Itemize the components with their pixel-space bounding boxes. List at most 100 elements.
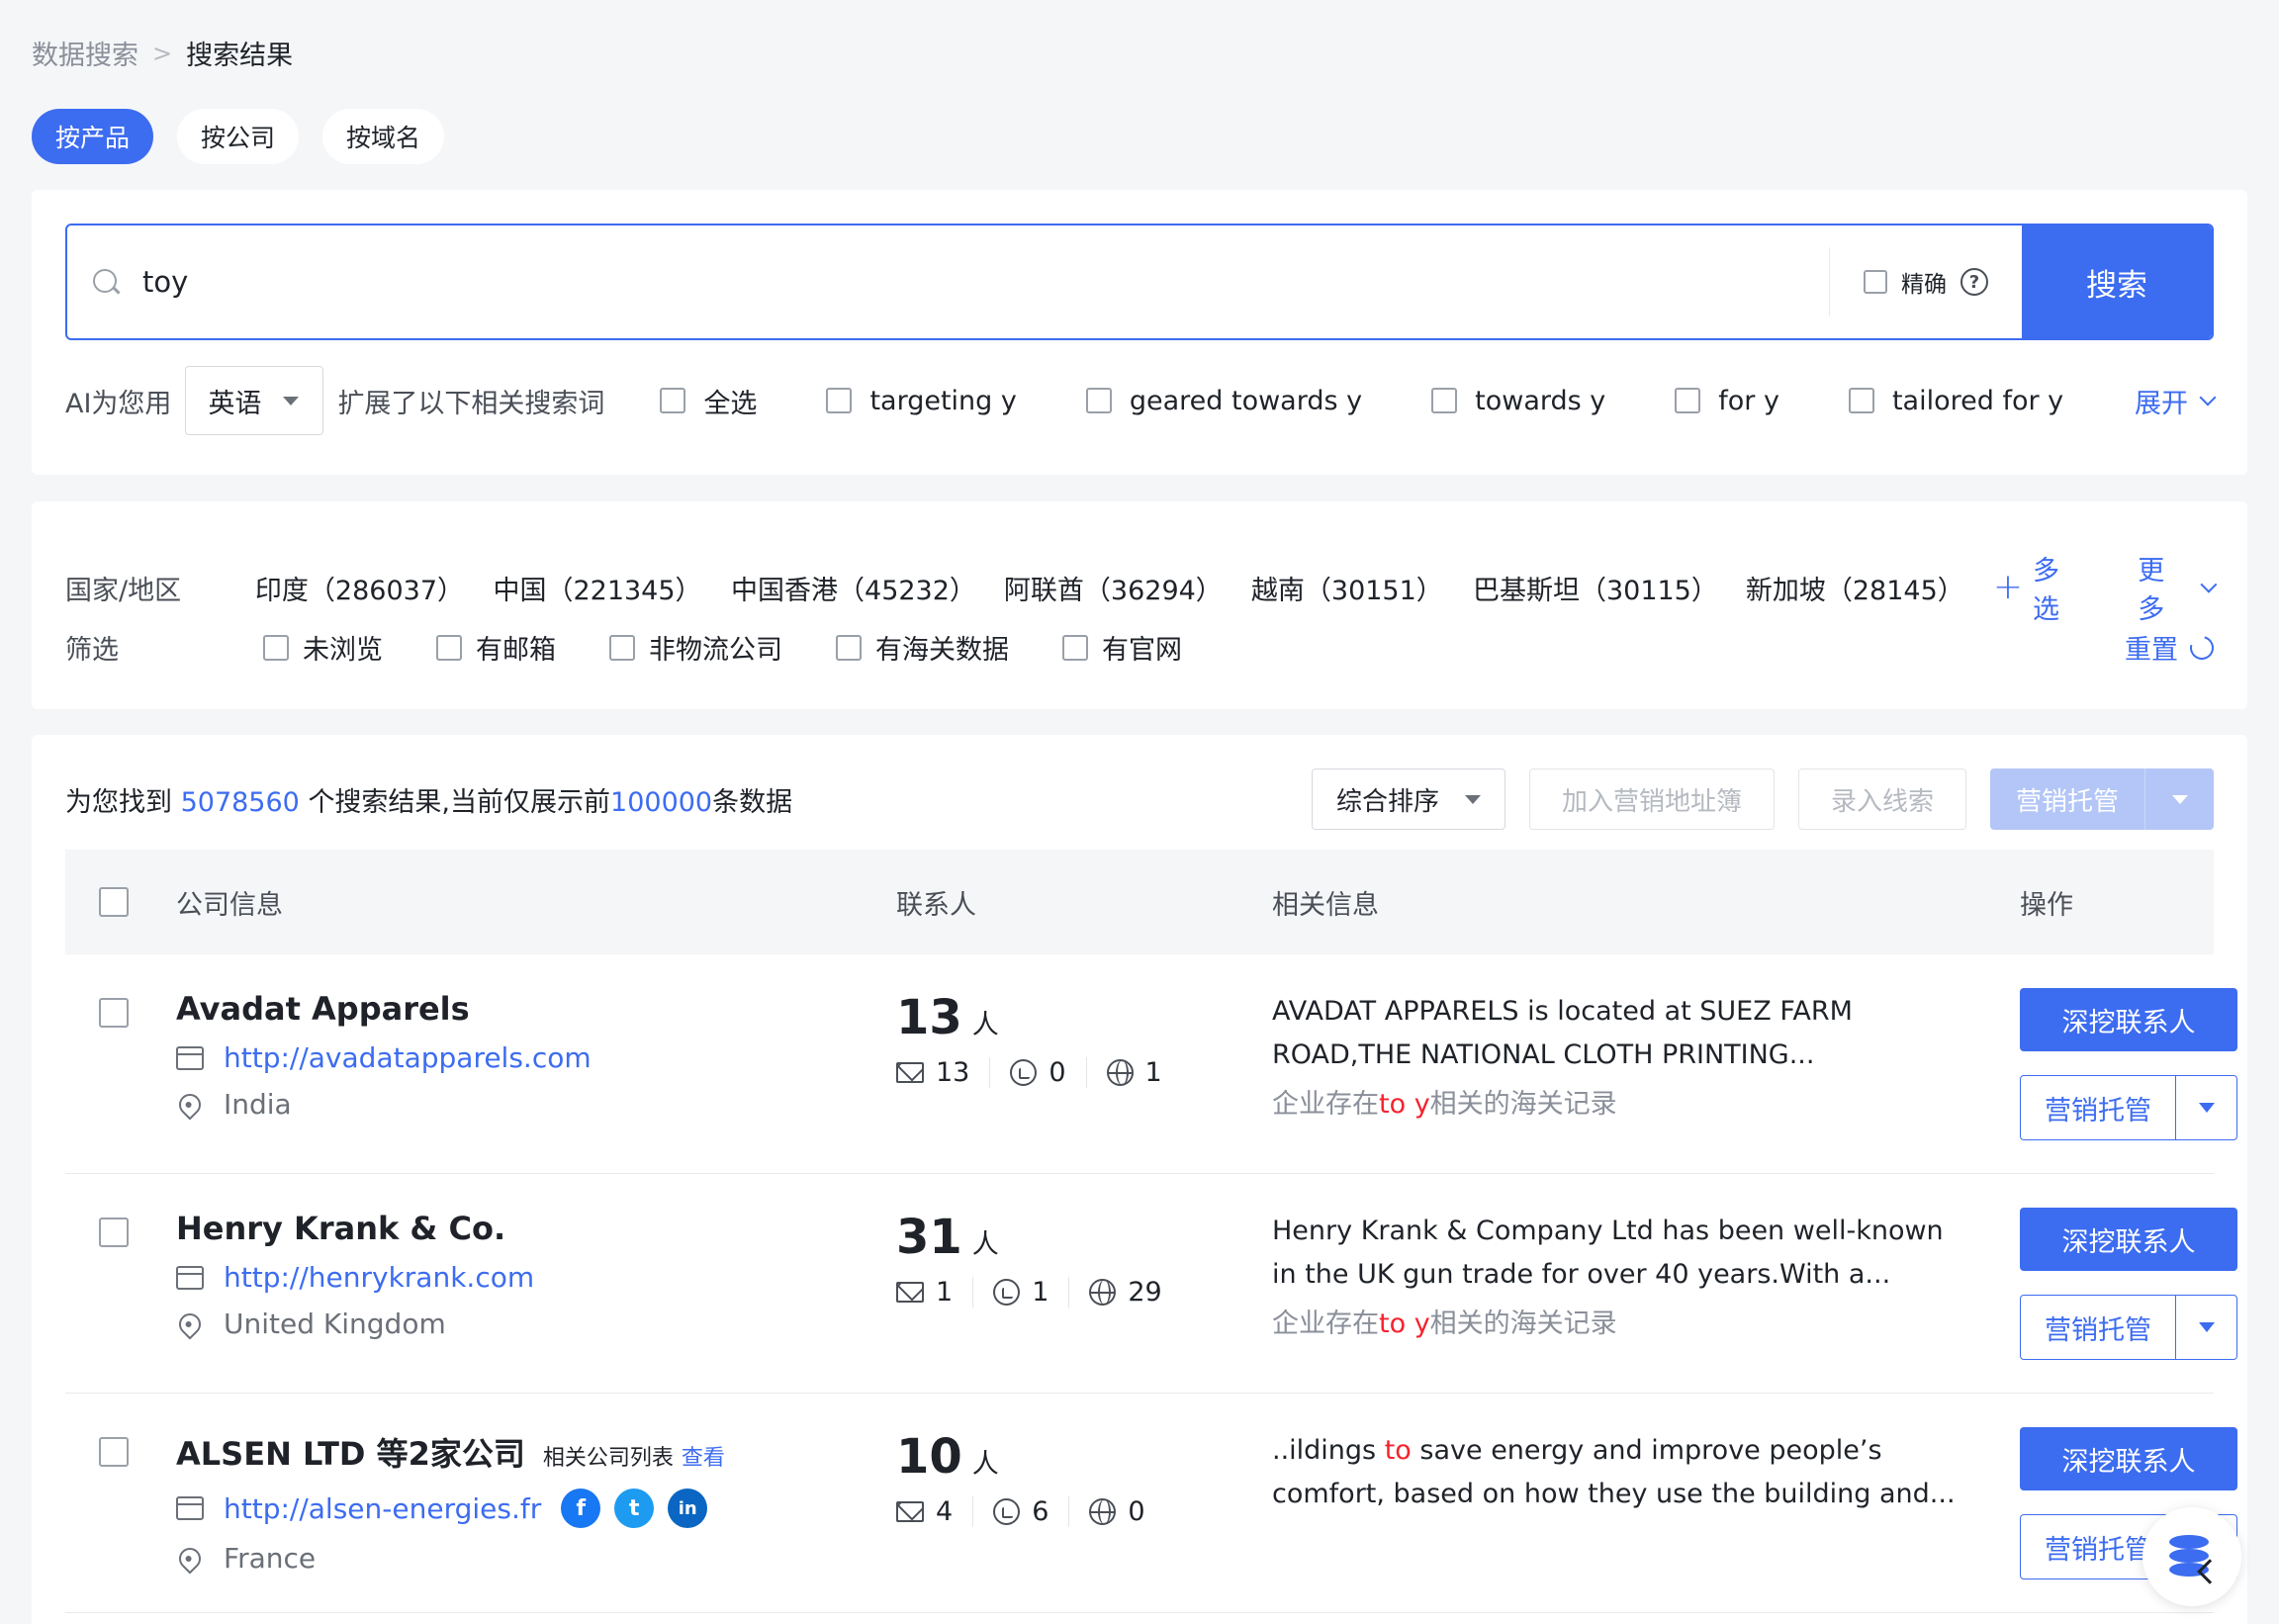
region-item[interactable]: 新加坡（28145）: [1746, 569, 1964, 607]
term-option[interactable]: geared towards y: [1085, 386, 1362, 416]
term-option[interactable]: tailored for y: [1848, 386, 2063, 416]
website-icon: [176, 1045, 204, 1070]
region-item[interactable]: 阿联酋（36294）: [1004, 569, 1223, 607]
results-card: 为您找到 5078560 个搜索结果,当前仅展示前100000条数据 综合排序 …: [32, 735, 2247, 1624]
term-checkbox[interactable]: [826, 388, 853, 413]
bulk-managed-button[interactable]: 营销托管: [1990, 768, 2214, 830]
filter-option[interactable]: 有邮箱: [436, 628, 556, 667]
filter-option-label: 有邮箱: [476, 635, 556, 666]
web-count: 29: [1128, 1277, 1162, 1308]
breadcrumb-current: 搜索结果: [186, 41, 294, 71]
bulk-managed-label[interactable]: 营销托管: [1990, 768, 2144, 830]
search-input[interactable]: [142, 265, 1725, 299]
company-location: United Kingdom: [224, 1308, 446, 1340]
company-url[interactable]: http://avadatapparels.com: [224, 1041, 592, 1074]
view-related-link[interactable]: 查看: [682, 1440, 725, 1472]
related-info: ..ildings to save energy and improve peo…: [1272, 1429, 1964, 1516]
expand-label: 展开: [2135, 388, 2188, 419]
bulk-managed-dropdown[interactable]: [2144, 768, 2214, 830]
search-button[interactable]: 搜索: [2022, 226, 2212, 338]
filter-option[interactable]: 非物流公司: [609, 628, 782, 667]
company-location: India: [224, 1088, 292, 1121]
row-checkbox[interactable]: [99, 998, 129, 1028]
customs-suffix: 相关的海关记录: [1429, 1089, 1617, 1120]
company-name[interactable]: Avadat Apparels: [176, 990, 470, 1028]
managed-dropdown[interactable]: [2175, 1076, 2236, 1139]
region-item[interactable]: 中国（221345）: [493, 569, 701, 607]
floating-data-widget[interactable]: [2142, 1507, 2241, 1606]
dig-contacts-button[interactable]: 深挖联系人: [2020, 988, 2237, 1051]
select-all-checkbox[interactable]: [660, 388, 686, 413]
company-url[interactable]: http://alsen-energies.fr: [224, 1492, 541, 1525]
row-checkbox[interactable]: [99, 1218, 129, 1247]
term-checkbox[interactable]: [1085, 388, 1112, 413]
filter-checkbox[interactable]: [263, 634, 289, 661]
tab-by-company[interactable]: 按公司: [177, 109, 300, 164]
company-info: Avadat Apparels http://avadatapparels.co…: [174, 990, 592, 1121]
add-to-address-book-button[interactable]: 加入营销地址簿: [1528, 768, 1775, 830]
facebook-icon[interactable]: f: [561, 1489, 601, 1528]
term-option[interactable]: towards y: [1431, 386, 1605, 416]
linkedin-icon[interactable]: in: [668, 1489, 708, 1528]
chevron-down-icon: [2199, 576, 2217, 593]
email-count: 13: [936, 1057, 970, 1088]
tab-by-domain[interactable]: 按域名: [322, 109, 445, 164]
contacts-info: 31 人 1 1 29: [896, 1210, 1202, 1308]
region-item[interactable]: 中国香港（45232）: [731, 569, 976, 607]
filter-option[interactable]: 有官网: [1062, 628, 1182, 667]
term-label: for y: [1718, 385, 1779, 416]
expand-terms-link[interactable]: 展开: [2135, 382, 2217, 420]
managed-dropdown[interactable]: [2175, 1296, 2236, 1359]
web-count: 1: [1144, 1057, 1162, 1088]
whatsapp-icon: [993, 1279, 1021, 1306]
breadcrumb-parent[interactable]: 数据搜索: [32, 34, 138, 72]
twitter-icon[interactable]: t: [614, 1489, 655, 1528]
region-item[interactable]: 巴基斯坦（30115）: [1473, 569, 1718, 607]
select-all-terms[interactable]: 全选: [660, 382, 757, 420]
exact-match-checkbox[interactable]: [1864, 270, 1887, 294]
col-company: 公司信息: [176, 889, 283, 921]
exact-match-toggle: 精确 ?: [1829, 247, 2022, 316]
multi-select-button[interactable]: + 多选: [1993, 549, 2082, 626]
managed-button[interactable]: 营销托管: [2021, 1076, 2175, 1139]
search-box: 精确 ? 搜索: [65, 224, 2214, 340]
company-name[interactable]: ALSEN LTD 等2家公司: [176, 1429, 525, 1475]
select-all-rows-checkbox[interactable]: [99, 887, 129, 917]
dig-contacts-button[interactable]: 深挖联系人: [2020, 1427, 2237, 1490]
filter-option[interactable]: 未浏览: [263, 628, 383, 667]
term-checkbox[interactable]: [1431, 388, 1458, 413]
row-checkbox[interactable]: [99, 1437, 129, 1467]
managed-button[interactable]: 营销托管: [2021, 1296, 2175, 1359]
filter-checkbox[interactable]: [609, 634, 635, 661]
term-option[interactable]: for y: [1675, 386, 1779, 416]
email-count: 4: [936, 1496, 954, 1527]
filter-checkbox[interactable]: [836, 634, 862, 661]
filter-checkbox[interactable]: [1062, 634, 1088, 661]
reset-filters-button[interactable]: 重置: [2125, 628, 2219, 667]
dig-contacts-button[interactable]: 深挖联系人: [2020, 1208, 2237, 1271]
location-icon: [174, 1088, 206, 1121]
filter-option[interactable]: 有海关数据: [836, 628, 1009, 667]
add-lead-button[interactable]: 录入线索: [1797, 768, 1966, 830]
language-select[interactable]: 英语: [185, 366, 324, 435]
sort-select[interactable]: 综合排序: [1311, 768, 1505, 830]
description-prefix: ..ildings: [1272, 1435, 1385, 1466]
mail-icon: [896, 1282, 924, 1303]
term-checkbox[interactable]: [1675, 388, 1701, 413]
filter-card: 国家/地区 印度（286037） 中国（221345） 中国香港（45232） …: [32, 501, 2247, 709]
help-icon[interactable]: ?: [1960, 268, 1988, 296]
managed-split-button: 营销托管: [2020, 1075, 2237, 1140]
region-item[interactable]: 越南（30151）: [1251, 569, 1443, 607]
related-companies-label: 相关公司列表: [542, 1446, 674, 1471]
more-regions-button[interactable]: 更多: [2138, 549, 2217, 626]
term-option[interactable]: targeting y: [826, 386, 1017, 416]
region-item[interactable]: 印度（286037）: [255, 569, 464, 607]
customs-highlight: to y: [1379, 1308, 1430, 1339]
term-checkbox[interactable]: [1848, 388, 1874, 413]
results-suffix: 条数据: [712, 787, 793, 818]
filter-checkbox[interactable]: [436, 634, 462, 661]
globe-icon: [1089, 1279, 1117, 1306]
company-name[interactable]: Henry Krank & Co.: [176, 1210, 505, 1247]
company-url[interactable]: http://henrykrank.com: [224, 1261, 534, 1294]
tab-by-product[interactable]: 按产品: [32, 109, 154, 164]
